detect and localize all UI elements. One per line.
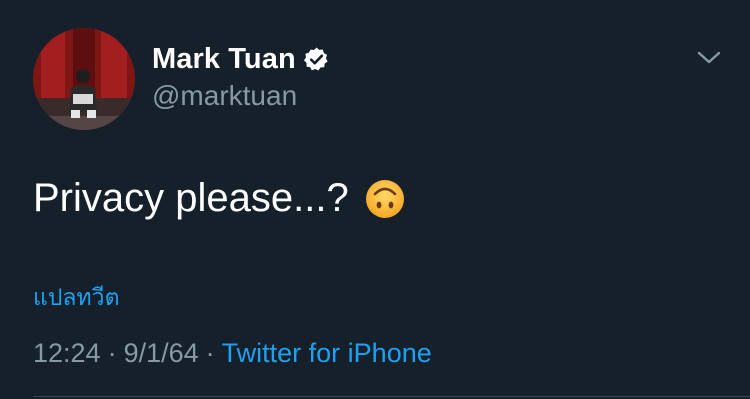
user-handle[interactable]: @marktuan (152, 80, 330, 112)
avatar-photo (33, 28, 135, 130)
display-name[interactable]: Mark Tuan (152, 43, 296, 76)
author-name-row[interactable]: Mark Tuan (152, 42, 330, 76)
tweet-meta: 12:24 · 9/1/64 · Twitter for iPhone (33, 338, 432, 369)
divider (33, 396, 750, 397)
tweet-body: Privacy please...? (33, 176, 349, 220)
author-block: Mark Tuan @marktuan (152, 42, 330, 112)
tweet-detail: Mark Tuan @marktuan Privacy please...? แ… (0, 0, 750, 399)
tweet-date[interactable]: 9/1/64 (124, 338, 199, 368)
translate-tweet-link[interactable]: แปลทวีต (33, 280, 120, 316)
verified-badge-icon (303, 46, 330, 73)
chevron-down-icon[interactable] (694, 46, 724, 70)
tweet-time[interactable]: 12:24 (33, 338, 101, 368)
meta-separator: · (205, 338, 215, 368)
meta-separator: · (107, 338, 117, 368)
tweet-source-link[interactable]: Twitter for iPhone (222, 338, 432, 368)
upside-down-face-emoji-icon (365, 179, 405, 219)
tweet-text: Privacy please...? (33, 176, 405, 221)
avatar[interactable] (33, 28, 135, 130)
